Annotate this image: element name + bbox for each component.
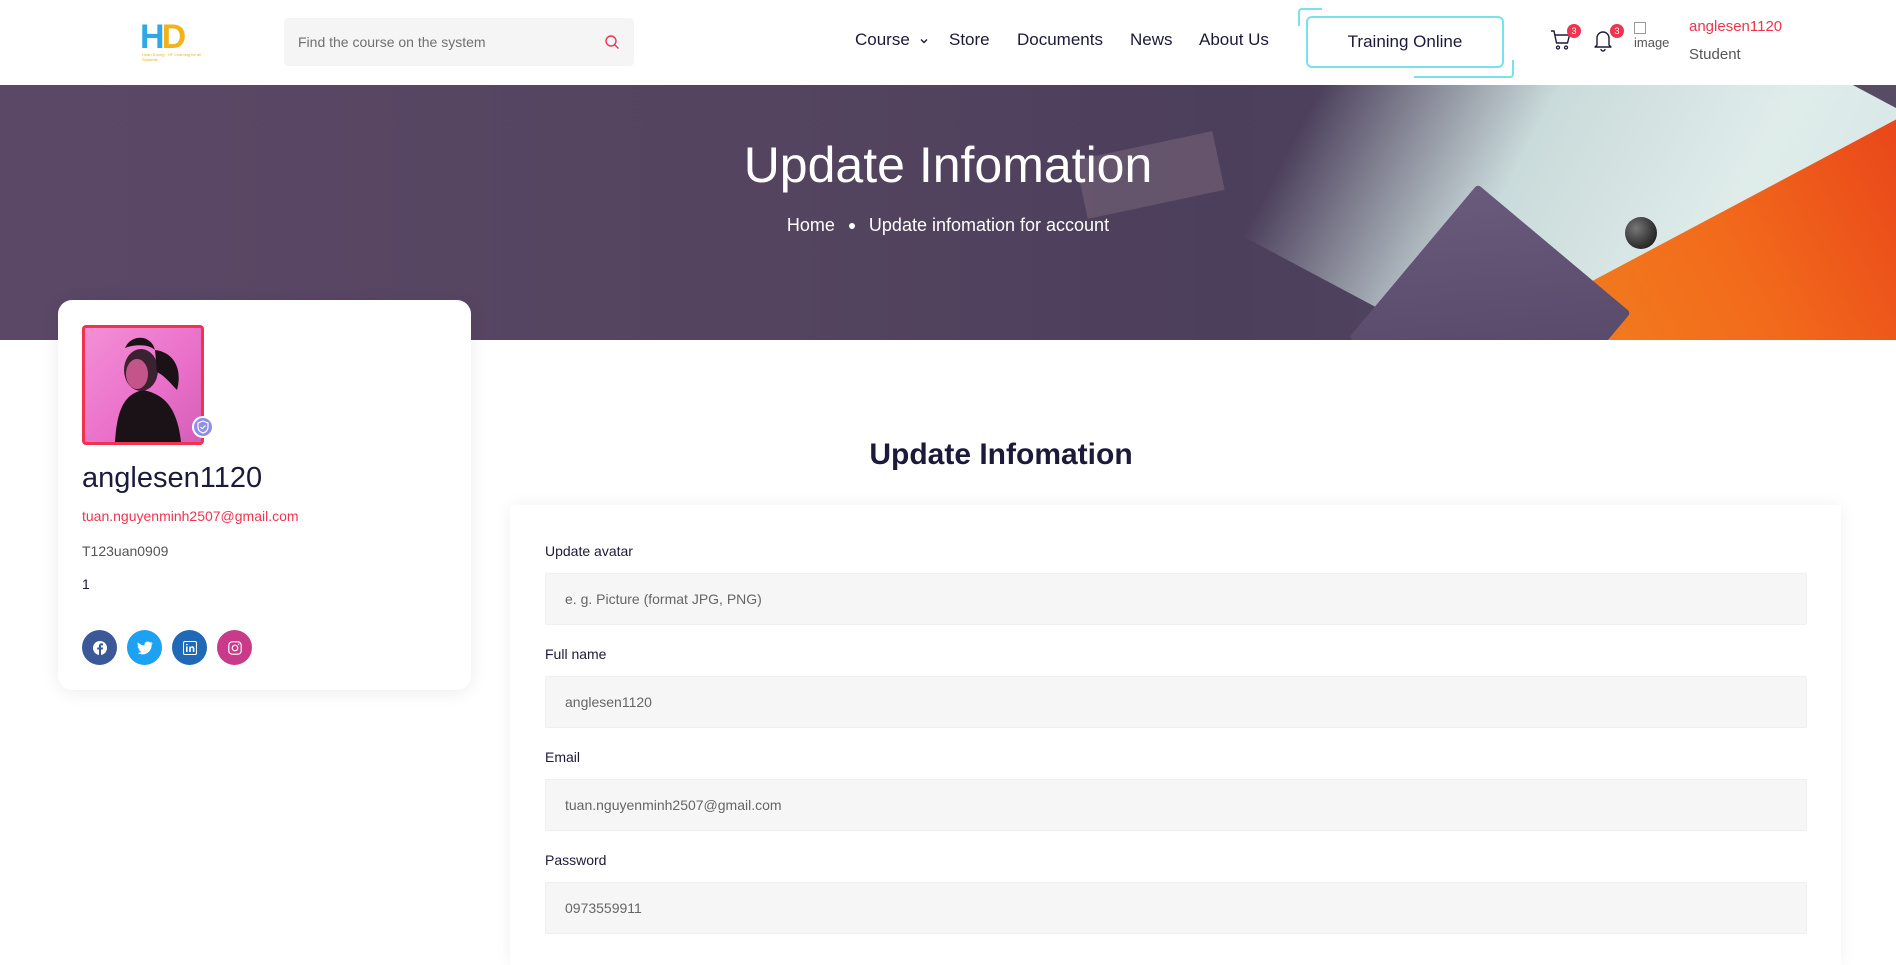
broken-image-icon [1634,22,1646,34]
form-title: Update Infomation [869,438,1133,471]
breadcrumb-current: Update infomation for account [868,215,1110,235]
logo-letter-d: D [161,18,187,56]
breadcrumb: Home Update infomation for account [0,215,1896,236]
avatar-upload-field[interactable] [545,573,1807,625]
notify-count-badge: 3 [1610,24,1624,38]
logo-letters: HD [140,18,187,56]
logo-letter-h: H [140,18,165,56]
chevron-down-icon [920,38,928,44]
social-links [82,630,252,665]
search-box [284,18,634,66]
password-field[interactable] [545,882,1807,934]
page-title: Update Infomation [743,137,1153,193]
facebook-icon [92,640,107,655]
logo-tagline: Hoan Duong · HF Learning for all Student… [142,52,201,62]
header-username[interactable]: anglesen1120 [1689,18,1782,35]
site-logo[interactable]: HD Hoan Duong · HF Learning for all Stud… [140,18,201,64]
cart-count-badge: 3 [1567,24,1581,38]
nav-news[interactable]: News [1130,30,1173,50]
training-online-button[interactable]: Training Online [1306,16,1504,68]
update-info-form: Update avatar Full name Email Password [510,505,1841,965]
linkedin-icon [182,640,197,655]
training-online-wrapper: Training Online [1298,8,1514,78]
twitter-button[interactable] [127,630,162,665]
instagram-button[interactable] [217,630,252,665]
twitter-icon [137,641,153,654]
profile-email: tuan.nguyenminh2507@gmail.com [82,508,299,524]
facebook-button[interactable] [82,630,117,665]
password-label: Password [545,852,607,868]
header-user-role: Student [1689,46,1741,63]
fullname-field[interactable] [545,676,1807,728]
profile-photo [82,325,204,445]
nav-course-label: Course [855,30,910,49]
nav-documents[interactable]: Documents [1017,30,1103,50]
avatar-label: Update avatar [545,543,633,559]
profile-code: T123uan0909 [82,543,169,559]
fullname-label: Full name [545,646,607,662]
profile-photo-image [115,337,181,442]
nav-store[interactable]: Store [949,30,990,50]
email-field[interactable] [545,779,1807,831]
email-label: Email [545,749,581,765]
notification-button[interactable]: 3 [1592,24,1624,54]
verified-badge-icon [192,416,214,438]
linkedin-button[interactable] [172,630,207,665]
search-icon[interactable] [604,34,620,50]
instagram-icon [227,640,242,655]
site-header: HD Hoan Duong · HF Learning for all Stud… [0,0,1896,85]
nav-course[interactable]: Course [855,30,929,50]
breadcrumb-separator [848,223,855,230]
nav-about-us[interactable]: About Us [1199,30,1269,50]
avatar-alt-text: image [1634,35,1670,50]
profile-name: anglesen1120 [82,462,263,494]
profile-card: anglesen1120 tuan.nguyenminh2507@gmail.c… [58,300,471,690]
avatar[interactable]: image [1634,22,1674,58]
cart-button[interactable]: 3 [1549,24,1581,54]
breadcrumb-home[interactable]: Home [787,215,835,235]
profile-number: 1 [82,576,90,592]
search-input[interactable] [298,18,598,66]
